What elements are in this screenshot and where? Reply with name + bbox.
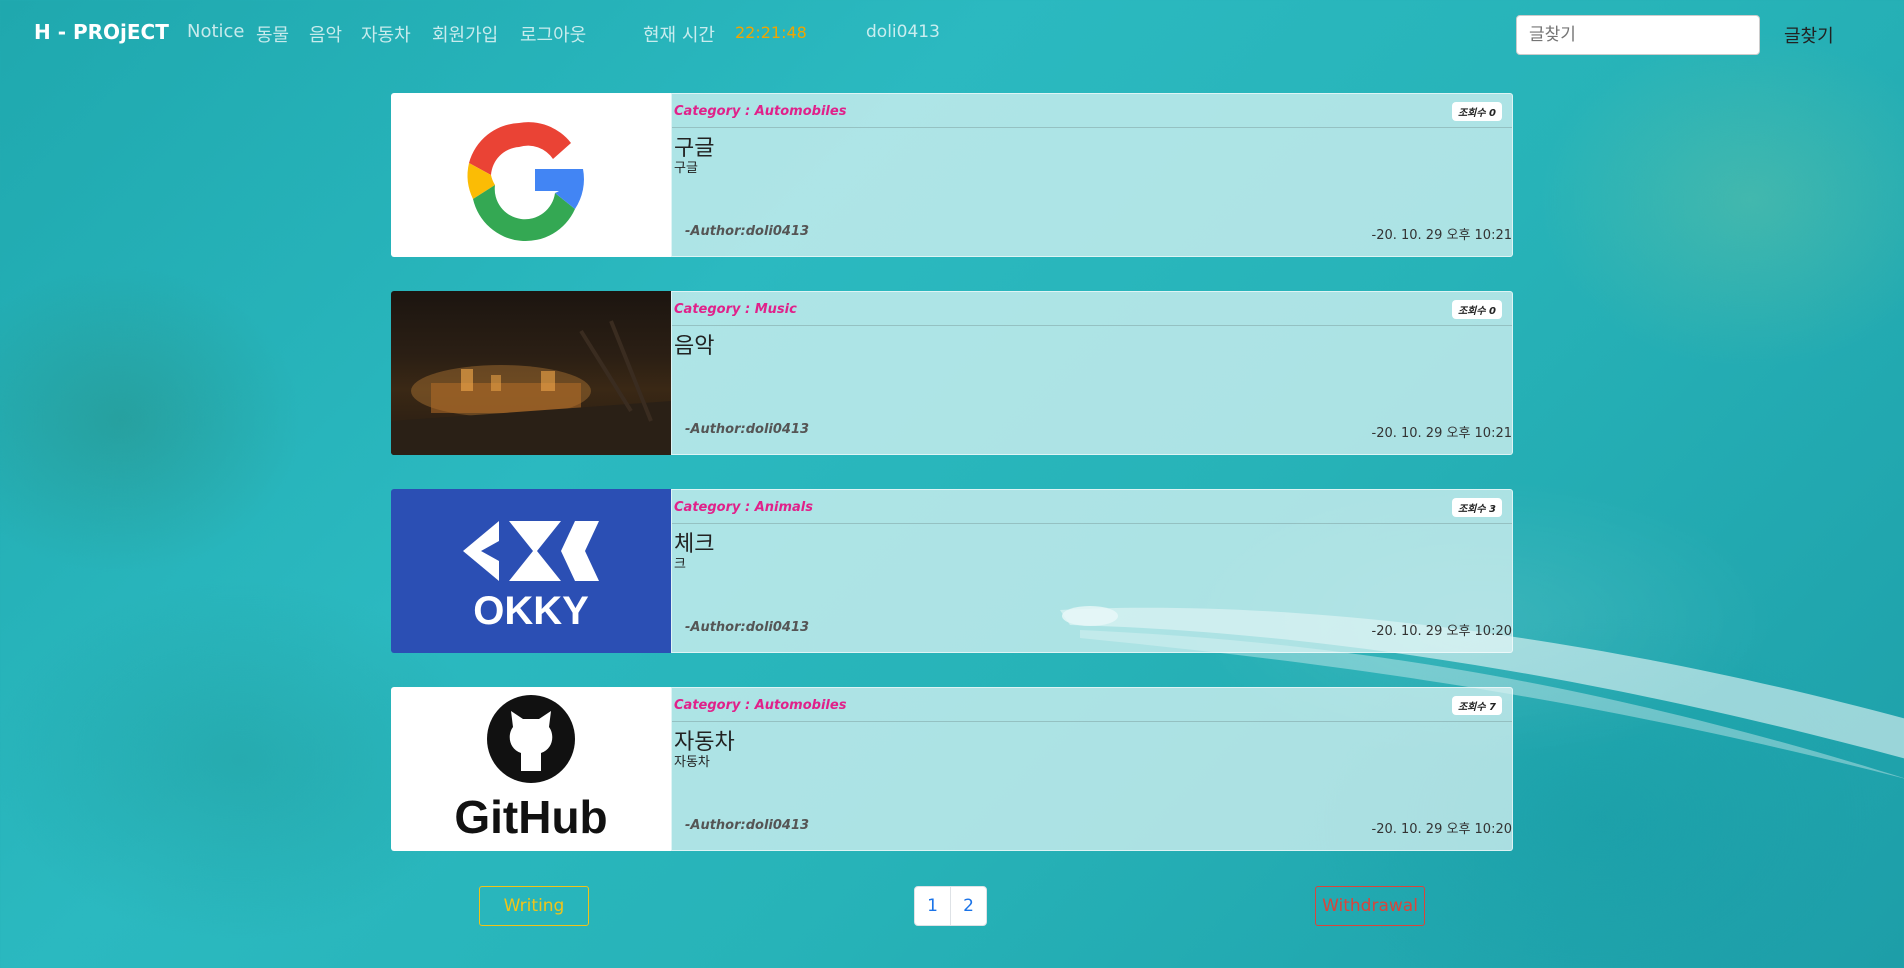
nav-link-automobiles[interactable]: 자동차 xyxy=(361,21,411,47)
brand-logo[interactable]: H - PROjECT xyxy=(34,20,169,44)
nav-link-music[interactable]: 음악 xyxy=(309,21,342,47)
divider xyxy=(672,127,1512,128)
post-card[interactable]: GitHub Category : Automobiles 조회수 7 자동차 … xyxy=(391,687,1513,851)
post-author: -Author:doli0413 xyxy=(685,422,810,437)
clock-label: 현재 시간 xyxy=(643,25,715,46)
post-category: Category : Automobiles xyxy=(674,698,847,713)
post-thumbnail[interactable]: OKKY xyxy=(391,489,671,653)
clock-time: 22:21:48 xyxy=(735,23,807,42)
post-thumbnail[interactable]: GitHub xyxy=(391,687,671,851)
post-date: -20. 10. 29 오후 10:20 xyxy=(1371,822,1513,837)
nav-link-notice[interactable]: Notice xyxy=(187,21,245,42)
post-date: -20. 10. 29 오후 10:21 xyxy=(1371,426,1513,441)
post-category: Category : Animals xyxy=(674,500,814,515)
view-count-badge: 조회수 0 xyxy=(1451,300,1502,319)
post-thumbnail[interactable] xyxy=(391,291,671,455)
post-card[interactable]: Category : Music 조회수 0 음악 -Author:doli04… xyxy=(391,291,1513,455)
post-body[interactable]: Category : Automobiles 조회수 7 자동차 자동차 -Au… xyxy=(671,687,1513,851)
okky-logo-text: OKKY xyxy=(473,589,589,633)
post-date: -20. 10. 29 오후 10:21 xyxy=(1371,228,1513,243)
view-count-badge: 조회수 0 xyxy=(1451,102,1502,121)
view-count-badge: 조회수 3 xyxy=(1451,498,1502,517)
post-card[interactable]: OKKY Category : Animals 조회수 3 체크 크 -Auth… xyxy=(391,489,1513,653)
post-card[interactable]: Category : Automobiles 조회수 0 구글 구글 -Auth… xyxy=(391,93,1513,257)
writing-button[interactable]: Writing xyxy=(479,886,589,926)
pagination: 1 2 xyxy=(914,886,987,926)
nav-link-animals[interactable]: 동물 xyxy=(256,21,289,47)
divider xyxy=(672,523,1512,524)
post-title[interactable]: 음악 xyxy=(674,328,714,360)
post-author: -Author:doli0413 xyxy=(685,224,810,239)
post-body[interactable]: Category : Music 조회수 0 음악 -Author:doli04… xyxy=(671,291,1513,455)
view-count-badge: 조회수 7 xyxy=(1451,696,1502,715)
navbar: H - PROjECT Notice 동물 음악 자동차 회원가입 로그아웃 현… xyxy=(0,0,1904,64)
search-input[interactable] xyxy=(1516,15,1760,55)
post-author: -Author:doli0413 xyxy=(685,620,810,635)
search-button[interactable]: 글찾기 xyxy=(1784,22,1834,48)
divider xyxy=(672,325,1512,326)
google-logo-icon xyxy=(467,122,584,242)
night-city-photo-icon xyxy=(391,320,671,455)
page-link-1[interactable]: 1 xyxy=(914,886,951,926)
page-link-2[interactable]: 2 xyxy=(950,886,987,926)
username: doli0413 xyxy=(866,22,940,42)
github-logo-icon: GitHub xyxy=(454,695,608,843)
okky-logo-icon: OKKY xyxy=(463,521,599,633)
post-author: -Author:doli0413 xyxy=(685,818,810,833)
nav-link-signup[interactable]: 회원가입 xyxy=(432,21,498,47)
nav-link-logout[interactable]: 로그아웃 xyxy=(520,21,586,47)
post-category: Category : Automobiles xyxy=(674,104,847,119)
post-date: -20. 10. 29 오후 10:20 xyxy=(1371,624,1513,639)
post-category: Category : Music xyxy=(674,302,797,317)
post-thumbnail[interactable] xyxy=(391,93,671,257)
post-content: 크 xyxy=(674,557,686,572)
post-body[interactable]: Category : Animals 조회수 3 체크 크 -Author:do… xyxy=(671,489,1513,653)
withdrawal-button[interactable]: Withdrawal xyxy=(1315,886,1425,926)
post-content: 구글 xyxy=(674,161,698,176)
post-content: 자동차 xyxy=(674,755,710,770)
divider xyxy=(672,721,1512,722)
post-body[interactable]: Category : Automobiles 조회수 0 구글 구글 -Auth… xyxy=(671,93,1513,257)
github-logo-text: GitHub xyxy=(454,791,607,843)
